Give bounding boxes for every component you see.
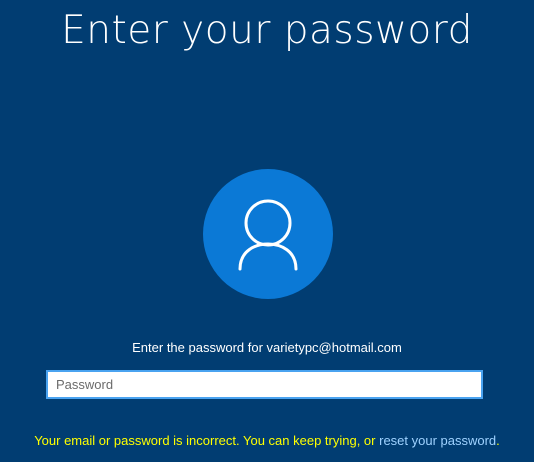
error-message: Your email or password is incorrect. You… xyxy=(0,433,534,448)
error-text: Your email or password is incorrect. You… xyxy=(34,433,380,448)
password-prompt: Enter the password for varietypc@hotmail… xyxy=(132,340,402,355)
page-title: Enter your password xyxy=(61,8,473,53)
avatar xyxy=(203,169,333,299)
user-icon xyxy=(238,199,298,271)
password-input[interactable] xyxy=(46,370,483,399)
reset-password-link[interactable]: reset your password xyxy=(379,433,496,448)
error-trailing: . xyxy=(496,433,500,448)
